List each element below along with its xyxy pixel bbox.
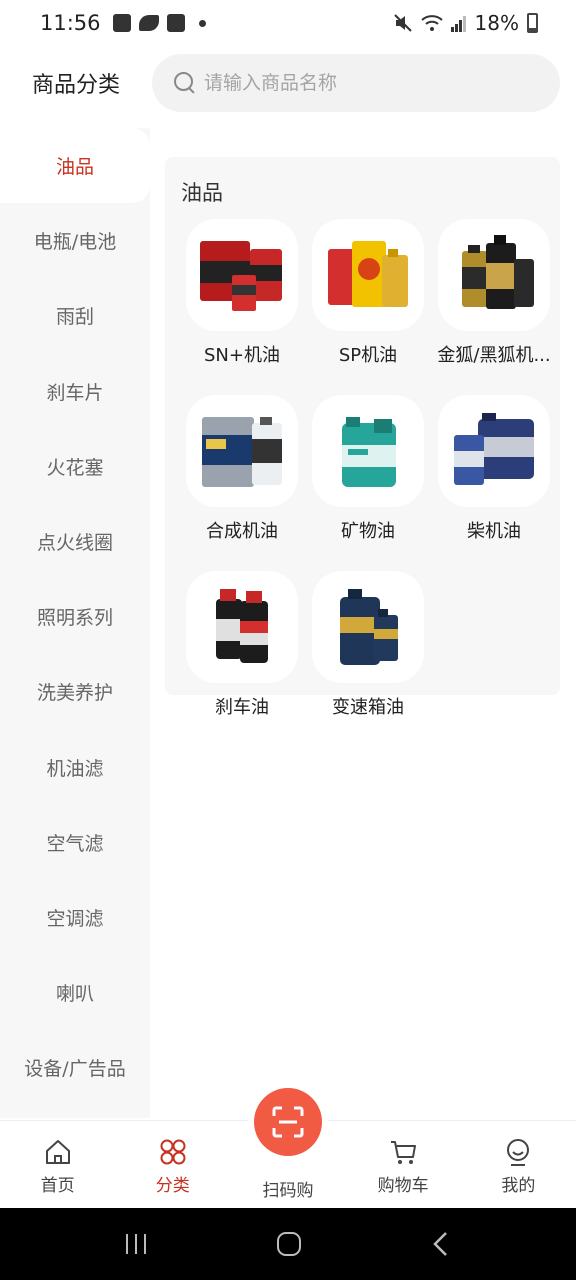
gallery-notification-icon: [112, 14, 131, 32]
app-notification-icon: [138, 15, 159, 31]
cart-icon: [391, 1141, 417, 1164]
product-name: 矿物油: [341, 521, 395, 542]
nav-home[interactable]: 首页: [0, 1121, 115, 1208]
sidebar-item-wiper[interactable]: 雨刮: [0, 278, 150, 353]
product-grid: SN+机油 SP机油 金狐/黑狐机... 合成机油 矿物油 柴机油 刹车油 变速…: [179, 219, 559, 719]
category-sidebar: 油品 电瓶/电池 雨刮 刹车片 火花塞 点火线圈 照明系列 洗美养护 机油滤 空…: [0, 128, 150, 1118]
product-image: [186, 395, 298, 507]
sidebar-item-equipment[interactable]: 设备/广告品: [0, 1030, 150, 1105]
nav-cart-label: 购物车: [377, 1176, 429, 1196]
sidebar-item-ignition-coil[interactable]: 点火线圈: [0, 504, 150, 579]
product-image: [312, 395, 424, 507]
sidebar-item-brake-pad[interactable]: 刹车片: [0, 354, 150, 429]
page-title: 商品分类: [31, 73, 120, 98]
product-item[interactable]: 矿物油: [305, 395, 431, 543]
search-bar[interactable]: [152, 54, 560, 112]
recent-apps-icon[interactable]: [123, 1231, 149, 1257]
nav-category-label: 分类: [155, 1176, 190, 1196]
product-item[interactable]: 柴机油: [431, 395, 557, 543]
sidebar-item-spark-plug[interactable]: 火花塞: [0, 429, 150, 504]
nav-category[interactable]: 分类: [115, 1121, 230, 1208]
wifi-icon: [420, 15, 443, 31]
home-button-icon[interactable]: [275, 1230, 303, 1258]
product-name: 金狐/黑狐机...: [437, 345, 551, 366]
status-bar: 11:56 18%: [0, 0, 576, 46]
panel-title: 油品: [181, 181, 223, 205]
product-name: SN+机油: [204, 345, 280, 366]
nav-home-label: 首页: [40, 1176, 75, 1196]
product-name: 柴机油: [467, 521, 521, 542]
home-icon: [45, 1140, 70, 1164]
nav-cart[interactable]: 购物车: [346, 1121, 461, 1208]
product-item[interactable]: SN+机油: [179, 219, 305, 367]
nav-mine-label: 我的: [501, 1176, 536, 1196]
category-icon: [160, 1139, 186, 1165]
product-image: [186, 219, 298, 331]
sidebar-item-oil[interactable]: 油品: [0, 128, 150, 204]
product-image: [312, 219, 424, 331]
more-notifications-icon: [198, 19, 206, 27]
sidebar-item-lighting[interactable]: 照明系列: [0, 579, 150, 654]
product-panel: 油品 SN+机油 SP机油 金狐/黑狐机... 合成机油 矿物油 柴机油 刹车油…: [165, 157, 560, 718]
system-nav-bar: [0, 1208, 576, 1280]
signal-icon: [450, 16, 466, 32]
product-item[interactable]: 变速箱油: [305, 571, 431, 719]
product-image: [438, 219, 550, 331]
product-name: 变速箱油: [332, 697, 404, 718]
product-image: [312, 571, 424, 683]
status-time: 11:56: [40, 11, 101, 35]
header: 商品分类: [0, 54, 576, 112]
product-name: 合成机油: [206, 521, 278, 542]
battery-icon: [527, 13, 538, 33]
product-name: 刹车油: [215, 697, 269, 718]
scan-button[interactable]: [254, 1088, 322, 1156]
sidebar-item-horn[interactable]: 喇叭: [0, 955, 150, 1030]
product-name: SP机油: [338, 345, 398, 366]
search-icon: [174, 72, 196, 94]
product-item[interactable]: 金狐/黑狐机...: [431, 219, 557, 367]
notification-icons: [112, 14, 206, 32]
sidebar-item-car-care[interactable]: 洗美养护: [0, 654, 150, 729]
nav-mine[interactable]: 我的: [461, 1121, 576, 1208]
product-image: [186, 571, 298, 683]
scan-label[interactable]: 扫码购: [238, 1176, 338, 1201]
back-icon[interactable]: [429, 1230, 453, 1258]
product-item[interactable]: 合成机油: [179, 395, 305, 543]
profile-icon: [507, 1139, 530, 1166]
product-item[interactable]: SP机油: [305, 219, 431, 367]
scan-icon: [272, 1106, 304, 1138]
product-item[interactable]: 刹车油: [179, 571, 305, 719]
sidebar-item-air-filter[interactable]: 空气滤: [0, 805, 150, 880]
sidebar-item-battery[interactable]: 电瓶/电池: [0, 203, 150, 278]
system-status: 18%: [393, 11, 538, 35]
mute-icon: [393, 14, 412, 32]
search-input[interactable]: [204, 72, 524, 94]
product-image: [438, 395, 550, 507]
battery-percent: 18%: [474, 11, 519, 35]
sidebar-item-cabin-filter[interactable]: 空调滤: [0, 880, 150, 955]
checkbox-notification-icon: [166, 14, 185, 32]
sidebar-item-oil-filter[interactable]: 机油滤: [0, 730, 150, 805]
